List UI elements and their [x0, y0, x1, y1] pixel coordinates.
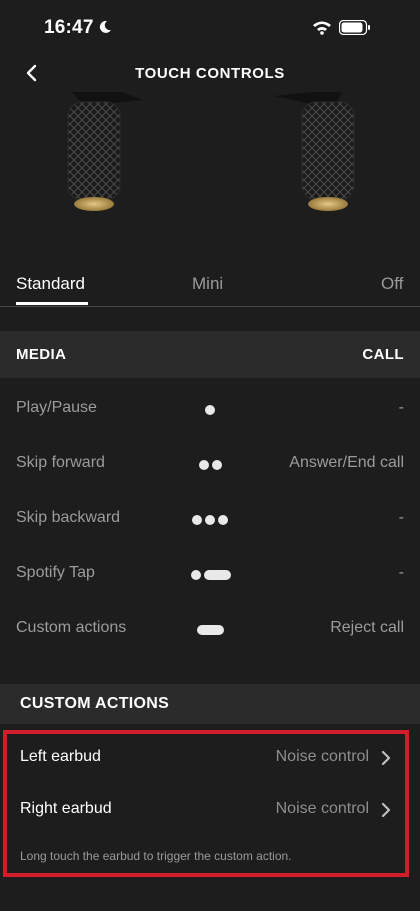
custom-actions-title: CUSTOM ACTIONS [20, 695, 170, 712]
setting-label: Left earbud [20, 748, 101, 765]
control-row-spotify-tap: Spotify Tap - [0, 548, 420, 603]
left-earbud-image [67, 92, 142, 211]
tab-off[interactable]: Off [381, 274, 403, 294]
call-action: - [398, 399, 404, 416]
status-time: 16:47 [44, 17, 94, 38]
status-bar: 16:47 [0, 0, 420, 56]
right-earbud-image [274, 92, 355, 211]
battery-icon [339, 20, 370, 35]
tab-standard[interactable]: Standard [16, 274, 85, 294]
wifi-icon [313, 21, 331, 35]
chevron-right-icon [381, 802, 391, 818]
nav-bar: TOUCH CONTROLS [0, 56, 420, 92]
left-earbud-setting[interactable]: Left earbud Noise control [7, 736, 405, 780]
triple-tap-gesture-icon [170, 515, 250, 527]
setting-value: Noise control [275, 748, 369, 765]
moon-icon [99, 20, 111, 33]
call-action: Answer/End call [289, 454, 404, 471]
custom-actions-header: CUSTOM ACTIONS [0, 684, 420, 724]
right-earbud-setting[interactable]: Right earbud Noise control [7, 788, 405, 832]
chevron-right-icon [381, 750, 391, 766]
call-action: - [398, 509, 404, 526]
control-label: Skip forward [16, 454, 105, 471]
control-label: Custom actions [16, 619, 127, 636]
custom-actions-panel: Left earbud Noise control Right earbud N… [3, 730, 409, 877]
page-title: TOUCH CONTROLS [135, 65, 285, 82]
setting-value: Noise control [275, 800, 369, 817]
control-label: Spotify Tap [16, 564, 95, 581]
mode-tabs: Standard Mini Off [0, 262, 420, 307]
media-header: MEDIA [16, 346, 67, 363]
media-call-header: MEDIA CALL [0, 331, 420, 378]
custom-action-hint: Long touch the earbud to trigger the cus… [20, 849, 292, 863]
control-label: Play/Pause [16, 399, 97, 416]
control-row-skip-forward: Skip forward Answer/End call [0, 438, 420, 493]
call-action: - [398, 564, 404, 581]
tab-mini[interactable]: Mini [192, 274, 223, 294]
control-label: Skip backward [16, 509, 121, 526]
control-row-custom-actions: Custom actions Reject call [0, 603, 420, 658]
double-tap-gesture-icon [170, 460, 250, 472]
control-row-skip-backward: Skip backward - [0, 493, 420, 548]
call-action: Reject call [330, 619, 404, 636]
control-row-play-pause: Play/Pause - [0, 383, 420, 438]
tap-and-hold-gesture-icon [170, 570, 250, 582]
single-tap-gesture-icon [170, 405, 250, 417]
long-press-gesture-icon [170, 625, 250, 637]
active-tab-indicator [16, 302, 88, 305]
setting-label: Right earbud [20, 800, 112, 817]
call-header: CALL [362, 346, 404, 363]
